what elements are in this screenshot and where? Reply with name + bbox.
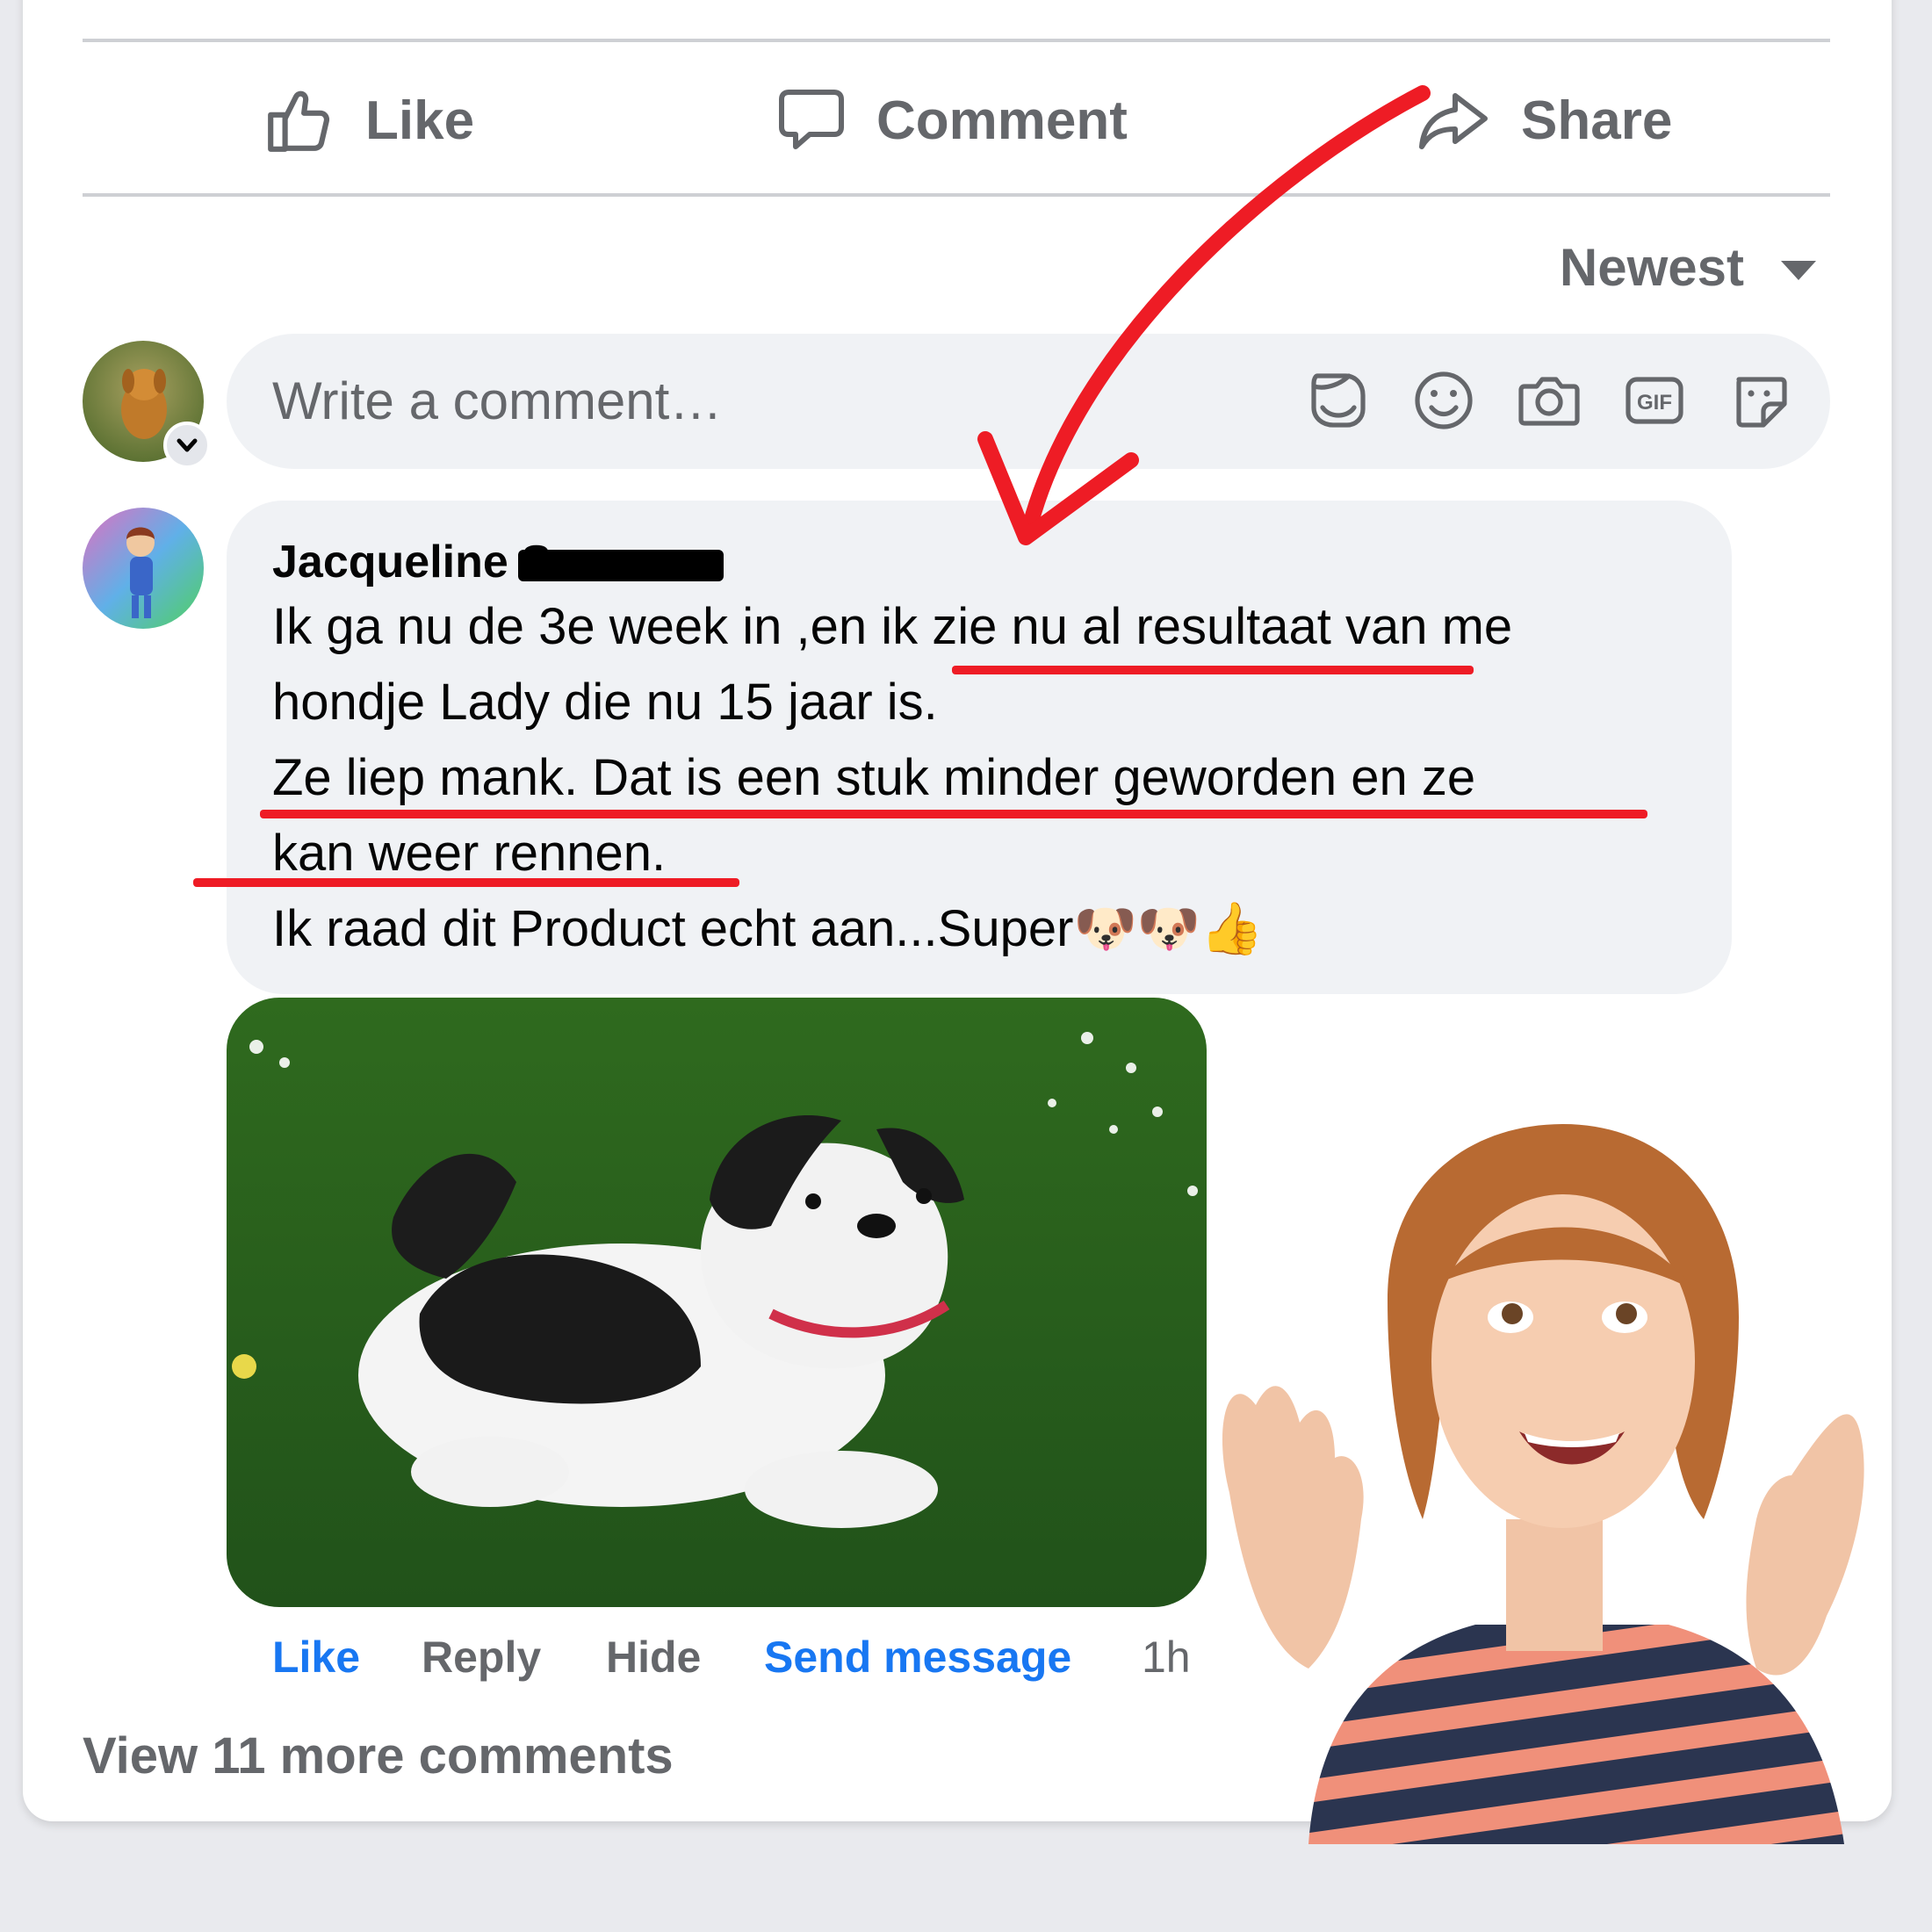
view-more-comments-link[interactable]: View 11 more comments	[83, 1727, 674, 1785]
comment-reply-link[interactable]: Reply	[422, 1632, 541, 1683]
comment-photo-attachment[interactable]	[227, 998, 1207, 1607]
excited-woman-image	[1222, 1124, 1864, 1844]
comment-like-link[interactable]: Like	[272, 1632, 360, 1683]
comment-hide-link[interactable]: Hide	[606, 1632, 701, 1683]
send-message-link[interactable]: Send message	[764, 1632, 1071, 1683]
dog-on-grass-image	[227, 998, 1207, 1607]
